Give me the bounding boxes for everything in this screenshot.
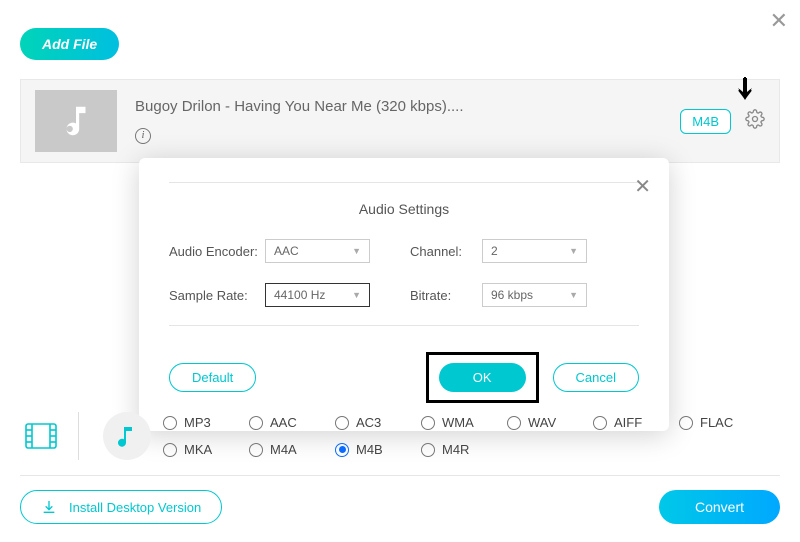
radio-icon xyxy=(163,443,177,457)
bitrate-label: Bitrate: xyxy=(410,288,482,303)
modal-title: Audio Settings xyxy=(169,201,639,217)
sample-rate-dropdown[interactable]: 44100 Hz▼ xyxy=(265,283,370,307)
radio-icon xyxy=(679,416,693,430)
format-option-aiff[interactable]: AIFF xyxy=(593,415,679,430)
format-bar: MP3AACAC3WMAWAVAIFFFLAC MKAM4AM4BM4R xyxy=(20,405,780,467)
format-option-ac3[interactable]: AC3 xyxy=(335,415,421,430)
radio-icon xyxy=(335,443,349,457)
format-option-mka[interactable]: MKA xyxy=(163,442,249,457)
radio-icon xyxy=(163,416,177,430)
video-tab-icon[interactable] xyxy=(20,415,62,457)
radio-icon xyxy=(249,416,263,430)
gear-icon[interactable] xyxy=(745,109,765,134)
radio-icon xyxy=(421,443,435,457)
info-icon[interactable]: i xyxy=(135,128,151,144)
format-badge[interactable]: M4B xyxy=(680,109,731,134)
bottom-bar: Install Desktop Version Convert xyxy=(20,490,780,524)
caret-down-icon: ▼ xyxy=(569,246,578,256)
radio-icon xyxy=(421,416,435,430)
caret-down-icon: ▼ xyxy=(569,290,578,300)
cancel-button[interactable]: Cancel xyxy=(553,363,639,392)
audio-settings-dialog: ✕ Audio Settings Audio Encoder: AAC▼ Cha… xyxy=(139,158,669,431)
install-desktop-button[interactable]: Install Desktop Version xyxy=(20,490,222,524)
separator xyxy=(78,412,79,460)
format-option-m4a[interactable]: M4A xyxy=(249,442,335,457)
format-option-aac[interactable]: AAC xyxy=(249,415,335,430)
ok-highlight-box: OK xyxy=(426,352,539,403)
music-note-icon xyxy=(54,102,98,140)
radio-icon xyxy=(335,416,349,430)
format-option-flac[interactable]: FLAC xyxy=(679,415,765,430)
encoder-label: Audio Encoder: xyxy=(169,244,265,259)
channel-dropdown[interactable]: 2▼ xyxy=(482,239,587,263)
format-option-wav[interactable]: WAV xyxy=(507,415,593,430)
file-title: Bugoy Drilon - Having You Near Me (320 k… xyxy=(135,98,680,115)
channel-label: Channel: xyxy=(410,244,482,259)
download-icon xyxy=(41,499,57,515)
format-option-wma[interactable]: WMA xyxy=(421,415,507,430)
caret-down-icon: ▼ xyxy=(352,246,361,256)
format-option-m4r[interactable]: M4R xyxy=(421,442,507,457)
sample-rate-label: Sample Rate: xyxy=(169,288,265,303)
bitrate-dropdown[interactable]: 96 kbps▼ xyxy=(482,283,587,307)
radio-icon xyxy=(507,416,521,430)
caret-down-icon: ▼ xyxy=(352,290,361,300)
radio-icon xyxy=(249,443,263,457)
radio-icon xyxy=(593,416,607,430)
add-file-button[interactable]: Add File xyxy=(20,28,119,60)
modal-close-icon[interactable]: ✕ xyxy=(634,174,651,199)
bottom-separator xyxy=(20,475,780,476)
arrow-down-icon xyxy=(736,76,754,109)
convert-button[interactable]: Convert xyxy=(659,490,780,524)
file-item: Bugoy Drilon - Having You Near Me (320 k… xyxy=(20,79,780,163)
format-option-m4b[interactable]: M4B xyxy=(335,442,421,457)
close-icon[interactable]: ✕ xyxy=(770,8,788,34)
encoder-dropdown[interactable]: AAC▼ xyxy=(265,239,370,263)
format-option-mp3[interactable]: MP3 xyxy=(163,415,249,430)
ok-button[interactable]: OK xyxy=(439,363,526,392)
audio-tab-icon[interactable] xyxy=(103,412,151,460)
default-button[interactable]: Default xyxy=(169,363,256,392)
music-thumbnail xyxy=(35,90,117,152)
